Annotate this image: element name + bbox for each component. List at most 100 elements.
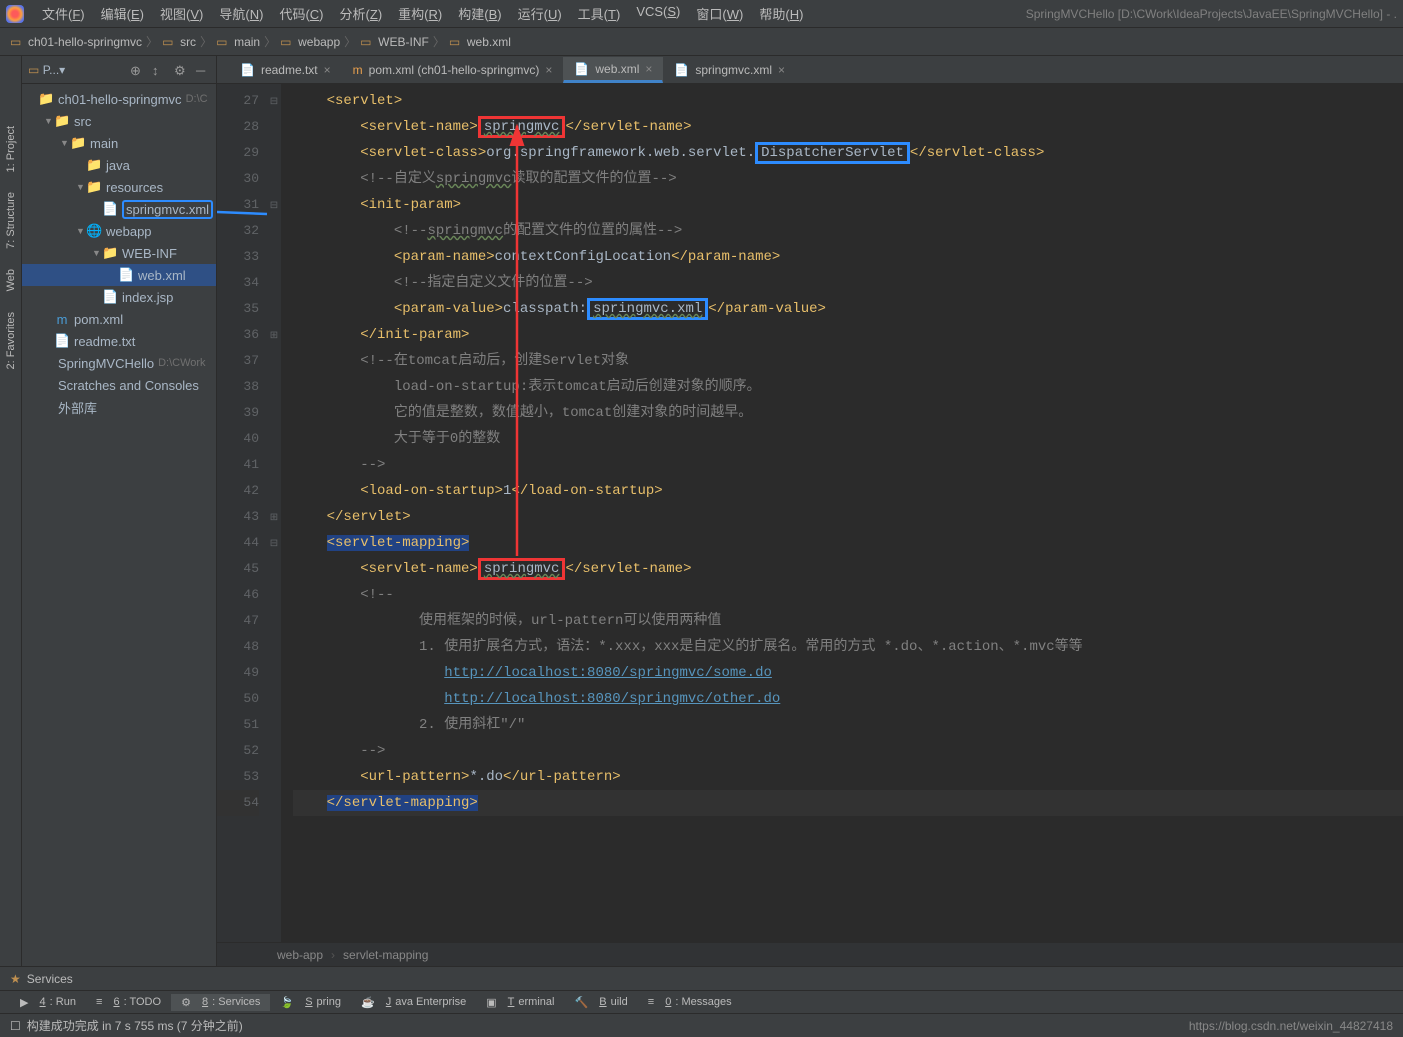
left-tab[interactable]: Web: [3, 259, 19, 301]
file-icon: 📄: [240, 63, 255, 77]
editor-tabs: 📄readme.txt×mpom.xml (ch01-hello-springm…: [217, 56, 1403, 84]
toolwindow-tab[interactable]: ≡ 6: TODO: [86, 994, 171, 1010]
left-tab[interactable]: 2: Favorites: [3, 302, 19, 379]
file-icon: 📄: [54, 333, 70, 349]
file-icon: m: [54, 312, 70, 327]
close-icon[interactable]: ×: [778, 63, 785, 77]
tree-row[interactable]: 📁java: [22, 154, 216, 176]
tree-row[interactable]: ▼📁main: [22, 132, 216, 154]
select-file-icon[interactable]: ⊕: [130, 63, 144, 77]
tree-label: readme.txt: [74, 334, 135, 349]
file-icon: 📄: [574, 62, 589, 76]
tree-row[interactable]: mpom.xml: [22, 308, 216, 330]
editor-tab[interactable]: 📄springmvc.xml×: [663, 57, 796, 83]
tree-row[interactable]: SpringMVCHelloD:\CWork: [22, 352, 216, 374]
toolwindow-tab[interactable]: ⚙ 8: Services: [171, 994, 270, 1011]
tree-row[interactable]: 📄 readme.txt: [22, 330, 216, 352]
services-panel-header: ★ Services: [0, 966, 1403, 990]
tree-label: index.jsp: [122, 290, 173, 305]
crumb-web-app[interactable]: web-app: [277, 948, 323, 962]
menu-item[interactable]: 运行(U): [510, 2, 570, 25]
tree-row[interactable]: 📁ch01-hello-springmvcD:\C: [22, 88, 216, 110]
left-tab[interactable]: 1: Project: [3, 116, 19, 182]
breadcrumb-item[interactable]: ▭src: [162, 35, 196, 49]
fold-gutter: ⊟⊟⊞⊞⊟: [267, 84, 281, 942]
editor-tab[interactable]: 📄readme.txt×: [229, 57, 342, 83]
code-editor[interactable]: <servlet> <servlet-name>springmvc</servl…: [281, 84, 1403, 942]
editor-tab[interactable]: mpom.xml (ch01-hello-springmvc)×: [342, 57, 564, 83]
file-icon: m: [353, 63, 363, 77]
menu-item[interactable]: VCS(S): [628, 2, 688, 25]
tree-row[interactable]: ▼🌐webapp: [22, 220, 216, 242]
breadcrumb-item[interactable]: ▭main: [216, 35, 260, 49]
folder-icon: ▭: [28, 63, 39, 77]
tree-row[interactable]: ▼📁resources: [22, 176, 216, 198]
tree-row[interactable]: ▼📁WEB-INF: [22, 242, 216, 264]
tree-row[interactable]: 📄springmvc.xml: [22, 198, 216, 220]
project-panel: ▭ P... ▾ ⊕ ↕ ⚙ ─ 📁ch01-hello-springmvcD:…: [22, 56, 217, 966]
menu-item[interactable]: 分析(Z): [332, 2, 391, 25]
menu-item[interactable]: 视图(V): [152, 2, 211, 25]
tool-icon: ▣: [486, 996, 496, 1009]
status-bar: ☐ 构建成功完成 in 7 s 755 ms (7 分钟之前) https://…: [0, 1013, 1403, 1037]
tool-icon: 🔨: [574, 996, 588, 1009]
toolwindow-tab[interactable]: 🍃 Spring: [270, 994, 351, 1011]
crumb-servlet-mapping[interactable]: servlet-mapping: [343, 948, 428, 962]
breadcrumb-item[interactable]: ▭webapp: [280, 35, 340, 49]
menu-item[interactable]: 帮助(H): [751, 2, 811, 25]
menu-item[interactable]: 重构(R): [390, 2, 450, 25]
menu-item[interactable]: 代码(C): [271, 2, 331, 25]
tree-label: resources: [106, 180, 163, 195]
close-icon[interactable]: ×: [545, 63, 552, 77]
toolwindow-tab[interactable]: 🔨 Build: [564, 994, 637, 1011]
collapse-icon[interactable]: ↕: [152, 63, 166, 77]
file-icon: 📄: [118, 267, 134, 283]
services-label[interactable]: Services: [27, 972, 73, 986]
menu-item[interactable]: 编辑(E): [93, 2, 152, 25]
tree-row[interactable]: Scratches and Consoles: [22, 374, 216, 396]
breadcrumb-item[interactable]: ▭web.xml: [449, 35, 511, 49]
gear-icon[interactable]: ⚙: [174, 63, 188, 77]
app-logo-icon: [6, 5, 24, 23]
close-icon[interactable]: ×: [324, 63, 331, 77]
editor-content: 2728293031323334353637383940414243444546…: [217, 84, 1403, 942]
tree-label: 外部库: [58, 398, 97, 417]
tree-row[interactable]: 外部库: [22, 396, 216, 418]
main-area: 1: Project7: StructureWeb2: Favorites ▭ …: [0, 56, 1403, 966]
breadcrumb-item[interactable]: ▭WEB-INF: [360, 35, 429, 49]
tool-icon: 🍃: [280, 996, 294, 1009]
file-icon: 📁: [102, 245, 118, 261]
toolwindow-tab[interactable]: ≡ 0: Messages: [638, 994, 742, 1010]
menu-item[interactable]: 构建(B): [450, 2, 509, 25]
tree-label: SpringMVCHello: [58, 356, 154, 371]
editor-breadcrumb: web-app › servlet-mapping: [217, 942, 1403, 966]
watermark-url: https://blog.csdn.net/weixin_44827418: [1189, 1019, 1393, 1033]
tree-row[interactable]: 📄index.jsp: [22, 286, 216, 308]
tree-row[interactable]: 📄web.xml: [22, 264, 216, 286]
toolwindow-tab[interactable]: ▶ 4: Run: [10, 994, 86, 1011]
project-tree[interactable]: 📁ch01-hello-springmvcD:\C▼📁src▼📁main📁jav…: [22, 84, 216, 422]
close-icon[interactable]: ×: [645, 62, 652, 76]
toolwindow-tab[interactable]: ☕ Java Enterprise: [351, 994, 476, 1011]
menu-item[interactable]: 导航(N): [211, 2, 271, 25]
file-icon: 📁: [70, 135, 86, 151]
file-icon: 📁: [54, 113, 70, 129]
tree-row[interactable]: ▼📁src: [22, 110, 216, 132]
menu-item[interactable]: 窗口(W): [688, 2, 751, 25]
tree-label: webapp: [106, 224, 152, 239]
star-icon: ★: [10, 972, 21, 986]
file-icon: 📁: [86, 157, 102, 173]
tool-icon: ≡: [648, 996, 654, 1008]
tool-icon: ⚙: [181, 996, 191, 1009]
menu-item[interactable]: 文件(F): [34, 2, 93, 25]
toolwindow-tab[interactable]: ▣ Terminal: [476, 994, 564, 1011]
left-tab[interactable]: 7: Structure: [3, 182, 19, 259]
menu-item[interactable]: 工具(T): [570, 2, 629, 25]
project-panel-header: ▭ P... ▾ ⊕ ↕ ⚙ ─: [22, 56, 216, 84]
file-icon: 🌐: [86, 223, 102, 239]
project-path: SpringMVCHello [D:\CWork\IdeaProjects\Ja…: [1026, 7, 1397, 21]
hide-icon[interactable]: ─: [196, 63, 210, 77]
editor-area: 📄readme.txt×mpom.xml (ch01-hello-springm…: [217, 56, 1403, 966]
breadcrumb-item[interactable]: ▭ch01-hello-springmvc: [10, 35, 142, 49]
editor-tab[interactable]: 📄web.xml×: [563, 57, 663, 83]
